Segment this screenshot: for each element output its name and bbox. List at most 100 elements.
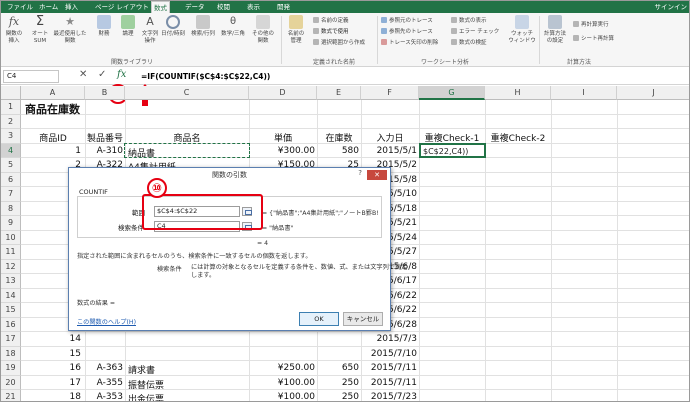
calc-options-button[interactable]: 計算方法 の設定	[541, 15, 569, 45]
logical-button[interactable]: 論理	[117, 15, 139, 38]
cell-code[interactable]: A-363	[85, 363, 123, 373]
row-header[interactable]: 7	[1, 187, 21, 202]
row-header[interactable]: 5	[1, 158, 21, 173]
tab-insert[interactable]: 挿入	[63, 1, 80, 13]
row-header[interactable]: 18	[1, 346, 21, 361]
cell-price[interactable]: ¥100.00	[249, 392, 315, 401]
evaluate-formula-button[interactable]: 数式の検証	[451, 39, 487, 47]
error-check-button[interactable]: エラー チェック	[451, 28, 499, 36]
row-header[interactable]: 20	[1, 375, 21, 390]
recent-functions-button[interactable]: ★ 最近使用した 関数	[53, 15, 87, 45]
row-header[interactable]: 15	[1, 303, 21, 318]
header-cell[interactable]: 在庫数	[317, 131, 361, 144]
math-button[interactable]: θ 数学/三角	[219, 15, 247, 38]
row-header[interactable]: 4	[1, 143, 21, 158]
column-header-d[interactable]: D	[249, 86, 317, 100]
column-header-b[interactable]: B	[85, 86, 125, 100]
column-header-h[interactable]: H	[485, 86, 551, 100]
tab-data[interactable]: データ	[183, 1, 207, 13]
select-all-corner[interactable]	[1, 86, 21, 100]
column-header-c[interactable]: C	[125, 86, 249, 100]
cell-name[interactable]: 出金伝票	[128, 392, 164, 401]
insert-function-button[interactable]: fx 関数の 挿入	[3, 15, 25, 45]
cell-date[interactable]: 2015/7/11	[361, 378, 417, 388]
cell-id[interactable]: 1	[21, 146, 81, 156]
row-header[interactable]: 6	[1, 172, 21, 187]
header-cell[interactable]: 単価	[249, 131, 317, 144]
trace-dependents-button[interactable]: 参照先のトレース	[381, 28, 433, 36]
tab-page-layout[interactable]: ページ レイアウト	[93, 1, 151, 13]
row-header[interactable]: 11	[1, 245, 21, 260]
cell-id[interactable]: 14	[21, 334, 81, 344]
column-header-e[interactable]: E	[317, 86, 361, 100]
close-icon[interactable]: ✕	[367, 170, 387, 180]
lookup-button[interactable]: 検索/行列	[189, 15, 217, 38]
enter-icon[interactable]: ✓	[98, 69, 106, 80]
column-header-g[interactable]: G	[419, 86, 485, 100]
remove-arrows-button[interactable]: トレース矢印の削除	[381, 39, 438, 47]
tab-developer[interactable]: 開発	[275, 1, 292, 13]
help-icon[interactable]: ?	[358, 169, 362, 177]
header-cell[interactable]: 重複Check-2	[485, 131, 551, 144]
name-box[interactable]: C4	[3, 70, 59, 83]
row-header[interactable]: 8	[1, 201, 21, 216]
calc-sheet-button[interactable]: シート再計算	[573, 35, 614, 43]
cell-id[interactable]: 16	[21, 363, 81, 373]
create-from-selection-button[interactable]: 選択範囲から作成	[313, 39, 365, 47]
cell-id[interactable]: 15	[21, 349, 81, 359]
ok-button[interactable]: OK	[299, 312, 339, 326]
tab-formulas[interactable]: 数式	[151, 1, 170, 13]
text-button[interactable]: A 文字列 操作	[139, 15, 161, 45]
sheet-title[interactable]: 商品在庫数	[25, 101, 80, 117]
row-header[interactable]: 16	[1, 317, 21, 332]
cell-price[interactable]: ¥300.00	[249, 146, 315, 156]
column-header-i[interactable]: I	[551, 86, 617, 100]
cell-date[interactable]: 2015/5/1	[361, 146, 417, 156]
tab-home[interactable]: ホーム	[37, 1, 60, 13]
show-formulas-button[interactable]: 数式の表示	[451, 17, 487, 25]
more-functions-button[interactable]: その他の 関数	[249, 15, 277, 45]
column-header-j[interactable]: J	[617, 86, 689, 100]
cell-stock[interactable]: 250	[317, 378, 359, 388]
column-header-f[interactable]: F	[361, 86, 419, 100]
signin-link[interactable]: サインイン	[655, 1, 688, 13]
row-header[interactable]: 3	[1, 129, 21, 144]
cell-name[interactable]: 振替伝票	[128, 378, 164, 391]
datetime-button[interactable]: 日付/時刻	[159, 15, 187, 38]
use-in-formula-button[interactable]: 数式で使用	[313, 28, 349, 36]
header-cell[interactable]: 入力日	[361, 131, 419, 144]
trace-precedents-button[interactable]: 参照元のトレース	[381, 17, 433, 25]
row-header[interactable]: 14	[1, 288, 21, 303]
insert-function-icon[interactable]: fx	[117, 69, 126, 80]
active-cell-g4[interactable]: $C$22,C4))	[419, 142, 486, 158]
cancel-button[interactable]: キャンセル	[343, 312, 383, 326]
calc-now-button[interactable]: 再計算実行	[573, 21, 609, 29]
cell-code[interactable]: A-355	[85, 378, 123, 388]
cell-stock[interactable]: 250	[317, 392, 359, 401]
cancel-icon[interactable]: ✕	[79, 69, 87, 80]
row-header[interactable]: 10	[1, 230, 21, 245]
cell-id[interactable]: 18	[21, 392, 81, 401]
cell-date[interactable]: 2015/7/10	[361, 349, 417, 359]
row-header[interactable]: 19	[1, 361, 21, 376]
header-cell[interactable]: 商品ID	[21, 131, 85, 144]
define-name-button[interactable]: 名前の定義	[313, 17, 349, 25]
row-header[interactable]: 12	[1, 259, 21, 274]
row-header[interactable]: 1	[1, 100, 21, 115]
tab-file[interactable]: ファイル	[5, 1, 35, 13]
cell-date[interactable]: 2015/7/11	[361, 363, 417, 373]
row-header[interactable]: 21	[1, 390, 21, 401]
column-header-a[interactable]: A	[21, 86, 85, 100]
cell-name[interactable]: 請求書	[128, 363, 155, 376]
function-help-link[interactable]: この関数のヘルプ(H)	[77, 317, 136, 326]
watch-window-button[interactable]: ウォッチ ウィンドウ	[507, 15, 537, 45]
row-header[interactable]: 9	[1, 216, 21, 231]
cell-id[interactable]: 17	[21, 378, 81, 388]
cell-date[interactable]: 2015/7/23	[361, 392, 417, 401]
function-arguments-dialog[interactable]: 関数の引数 ? ✕ COUNTIF 範囲 $C$4:$C$22 = {"納品書"…	[68, 167, 407, 331]
cell-code[interactable]: A-310	[85, 146, 123, 156]
cell-date[interactable]: 2015/7/3	[361, 334, 417, 344]
row-header[interactable]: 17	[1, 332, 21, 347]
formula-input[interactable]: =IF(COUNTIF($C$4:$C$22,C4))	[141, 69, 270, 84]
header-cell[interactable]: 製品番号	[85, 131, 125, 144]
